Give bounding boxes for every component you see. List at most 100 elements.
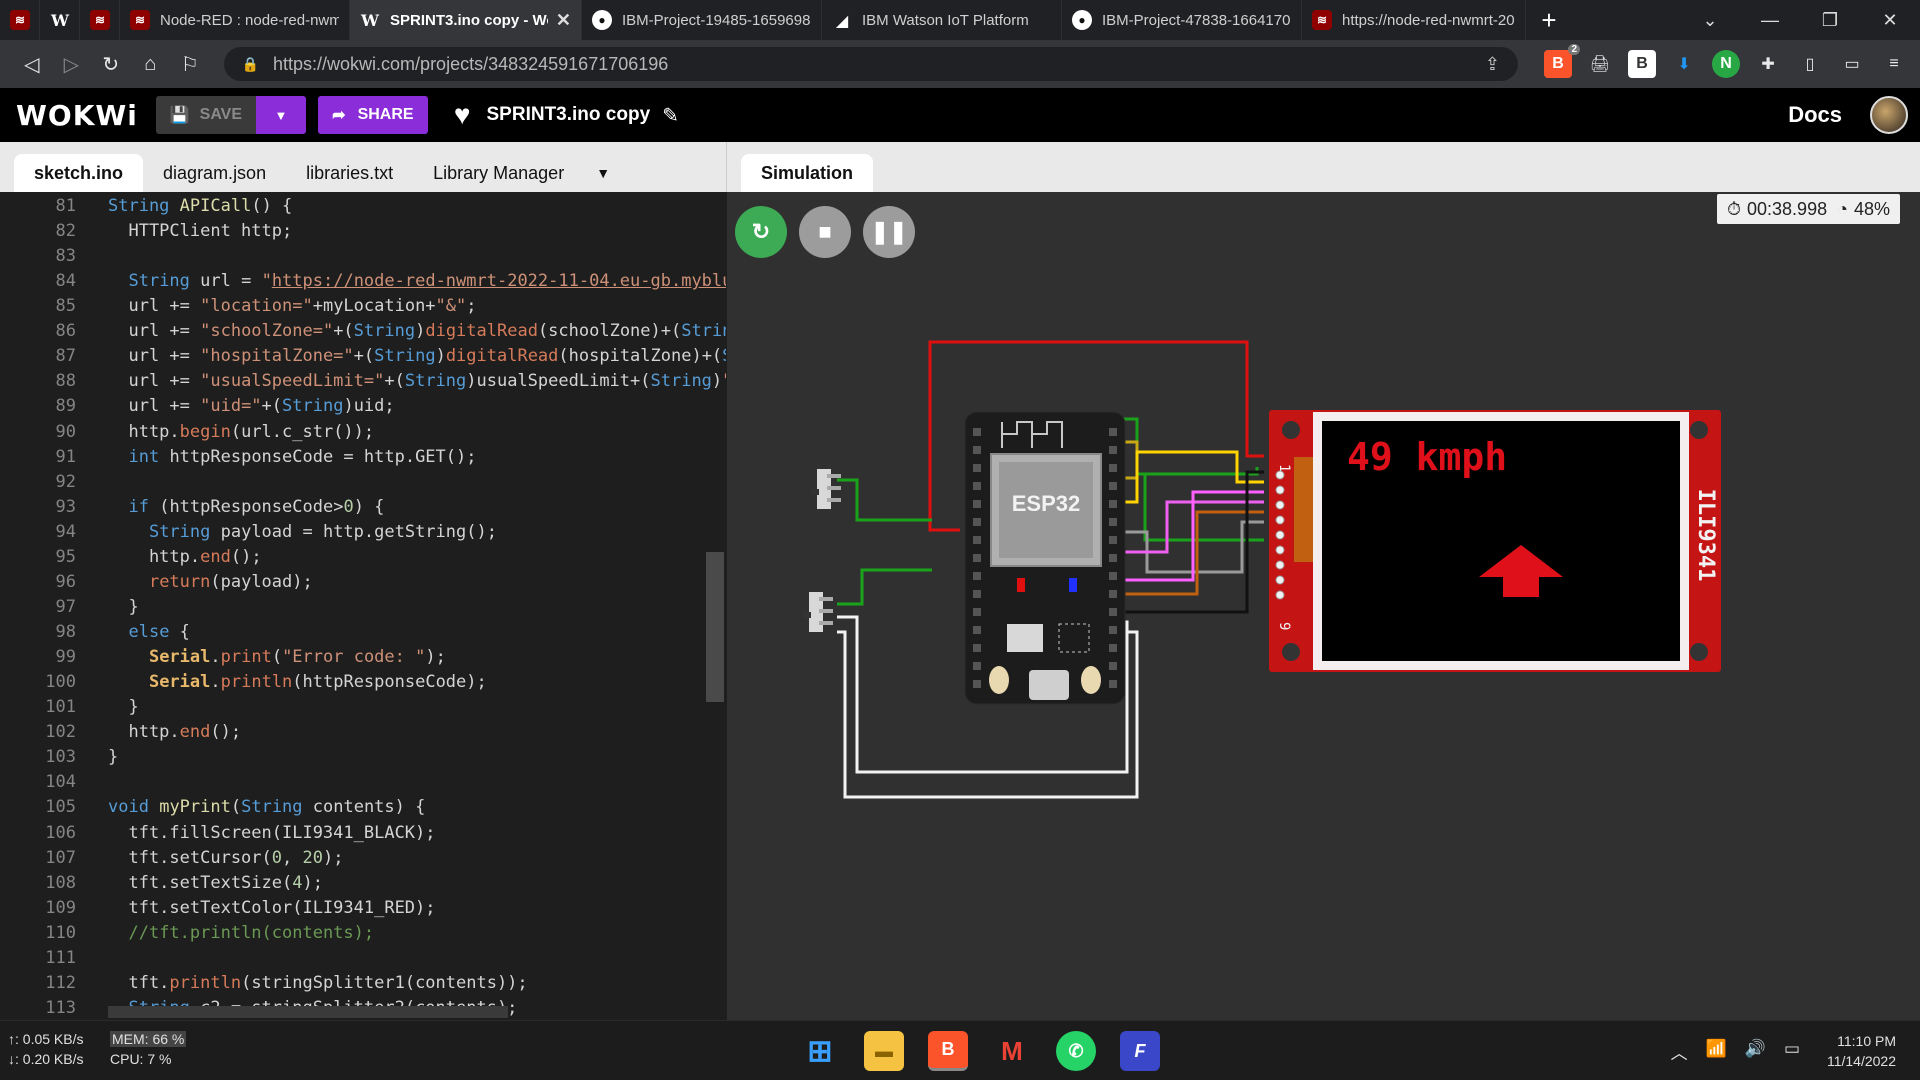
printer-extension-icon[interactable]: 🖨: [1586, 50, 1614, 78]
taskbar-apps: ⊞ ▬ B M ✆ F: [800, 1031, 1160, 1071]
esp32-pin: [973, 500, 981, 508]
brave-shield-icon[interactable]: B2: [1544, 44, 1581, 78]
bookmark-icon[interactable]: ⚐: [170, 46, 210, 82]
browser-tab[interactable]: ● IBM-Project-47838-16641709: [1062, 0, 1302, 40]
esp32-pin: [1109, 590, 1117, 598]
close-window-button[interactable]: ✕: [1860, 10, 1920, 31]
esp32-pin: [973, 608, 981, 616]
tab-sketch-ino[interactable]: sketch.ino: [14, 154, 144, 192]
browser-toolbar: ◁ ▷ ↻ ⌂ ⚐ 🔒 https://wokwi.com/projects/3…: [0, 40, 1920, 88]
save-button[interactable]: 💾 SAVE: [155, 96, 256, 134]
browser-tab[interactable]: W SPRINT3.ino copy - Wokw ✕: [350, 0, 582, 40]
wallet-icon[interactable]: ▭: [1838, 50, 1866, 78]
home-button[interactable]: ⌂: [131, 46, 171, 82]
battery-icon[interactable]: ▭: [1784, 1039, 1800, 1064]
gmail-icon[interactable]: M: [992, 1031, 1032, 1071]
user-avatar[interactable]: [1870, 96, 1908, 134]
browser-tab[interactable]: W: [40, 0, 80, 40]
download-icon[interactable]: ⬇: [1670, 50, 1698, 78]
browser-tab[interactable]: ≋: [0, 0, 40, 40]
code-editor[interactable]: 81 String APICall() {82 HTTPClient http; 8…: [0, 192, 726, 1020]
tab-diagram-json[interactable]: diagram.json: [143, 154, 286, 192]
volume-icon[interactable]: 🔊: [1745, 1039, 1766, 1064]
menu-icon[interactable]: ≡: [1880, 50, 1908, 78]
share-button[interactable]: ➦ SHARE: [317, 96, 428, 134]
display-pin: [1275, 590, 1285, 600]
line-number: 102: [45, 722, 76, 743]
editor-vertical-scrollbar[interactable]: [706, 552, 724, 702]
reload-button[interactable]: ↻: [91, 46, 131, 82]
display-pin: [1275, 500, 1285, 510]
taskbar-clock[interactable]: 11:10 PM 11/14/2022: [1827, 1031, 1896, 1071]
stop-simulation-button[interactable]: ■: [799, 206, 851, 258]
close-tab-icon[interactable]: ✕: [556, 10, 571, 31]
back-button[interactable]: ◁: [12, 46, 52, 82]
line-number: 90: [55, 421, 76, 442]
esp32-pin: [1109, 446, 1117, 454]
browser-tab[interactable]: ● IBM-Project-19485-16596986: [582, 0, 822, 40]
tab-search-icon[interactable]: ⌄: [1680, 10, 1740, 31]
display-pin: [1275, 485, 1285, 495]
restore-button[interactable]: ❐: [1800, 10, 1860, 31]
file-explorer-icon[interactable]: ▬: [864, 1031, 904, 1071]
whatsapp-icon[interactable]: ✆: [1056, 1031, 1096, 1071]
code-line: 106 tft.fillScreen(ILI9341_BLACK);: [0, 821, 726, 846]
browser-tab[interactable]: ≋ https://node-red-nwmrt-2022: [1302, 0, 1526, 40]
f-app-icon[interactable]: F: [1120, 1031, 1160, 1071]
tab-libraries-txt[interactable]: libraries.txt: [286, 154, 413, 192]
esp32-pin: [973, 680, 981, 688]
windows-start-icon[interactable]: ⊞: [800, 1031, 840, 1071]
line-number: 84: [55, 271, 76, 292]
browser-tab[interactable]: ≋ Node-RED : node-red-nwmrt-: [120, 0, 350, 40]
docs-link[interactable]: Docs: [1788, 102, 1842, 128]
forward-button[interactable]: ▷: [52, 46, 92, 82]
tab-simulation[interactable]: Simulation: [741, 154, 874, 192]
code-line: 84 String url = "https://node-red-nwmrt-…: [0, 269, 726, 294]
edit-pencil-icon[interactable]: ✎: [662, 103, 679, 128]
like-heart-icon[interactable]: ♥: [454, 99, 471, 131]
esp32-pin: [1109, 428, 1117, 436]
pause-simulation-button[interactable]: ❚❚: [863, 206, 915, 258]
wifi-icon[interactable]: 📶: [1706, 1039, 1727, 1064]
n-extension-icon[interactable]: N: [1712, 50, 1741, 78]
tray-chevron-icon[interactable]: ︿: [1671, 1039, 1688, 1064]
brave-browser-icon[interactable]: B: [928, 1031, 968, 1071]
browser-tab[interactable]: ≋: [80, 0, 120, 40]
code-line: 107 tft.setCursor(0, 20);: [0, 846, 726, 871]
editor-horizontal-scrollbar[interactable]: [108, 1006, 508, 1018]
minimize-button[interactable]: —: [1740, 10, 1800, 31]
system-tray: ︿ 📶 🔊 ▭: [1671, 1039, 1800, 1064]
code-line: 104: [0, 770, 726, 795]
code-text: Serial.print("Error code: ");: [148, 647, 446, 668]
save-dropdown-button[interactable]: ▼: [255, 96, 306, 134]
puzzle-extensions-icon[interactable]: ✚: [1754, 50, 1782, 78]
sidebar-toggle-icon[interactable]: ▯: [1796, 50, 1824, 78]
code-line: 91 int httpResponseCode = http.GET();: [0, 445, 726, 470]
b-extension-icon[interactable]: B: [1628, 50, 1657, 78]
more-tabs-dropdown-icon[interactable]: ▼: [584, 154, 622, 192]
tab-library-manager[interactable]: Library Manager: [413, 154, 584, 192]
esp32-pin: [1109, 644, 1117, 652]
esp32-label: ESP32: [1012, 491, 1081, 516]
new-tab-button[interactable]: +: [1526, 0, 1572, 40]
code-text: http.end();: [108, 722, 242, 743]
code-line: 88 url += "usualSpeedLimit="+(String)usu…: [0, 369, 726, 394]
browser-tab[interactable]: ◢ IBM Watson IoT Platform: [822, 0, 1062, 40]
editor-tab-bar: sketch.ino diagram.json libraries.txt Li…: [0, 142, 726, 192]
code-line: 81 String APICall() {: [0, 194, 726, 219]
code-line: 87 url += "hospitalZone="+(String)digita…: [0, 344, 726, 369]
esp32-pin: [1109, 662, 1117, 670]
line-number: 113: [45, 997, 76, 1018]
simulation-canvas[interactable]: ESP32 49 kmph ILI9341 1 9 ↻ ■ ❚❚ ⏱ 00:38…: [727, 192, 1920, 1020]
line-number: 81: [55, 196, 76, 216]
line-number: 111: [45, 947, 76, 968]
address-bar[interactable]: 🔒 https://wokwi.com/projects/34832459167…: [223, 47, 1519, 81]
share-page-icon[interactable]: ⇪: [1485, 54, 1500, 75]
wokwi-logo[interactable]: WOKWi: [16, 99, 138, 132]
line-number: 87: [55, 346, 76, 367]
code-text: url += "usualSpeedLimit="+(String)usualS…: [108, 371, 726, 392]
restart-simulation-button[interactable]: ↻: [735, 206, 787, 258]
code-text: else {: [128, 622, 190, 643]
line-number: 93: [55, 496, 76, 517]
stopwatch-icon: ⏱: [1726, 198, 1742, 219]
